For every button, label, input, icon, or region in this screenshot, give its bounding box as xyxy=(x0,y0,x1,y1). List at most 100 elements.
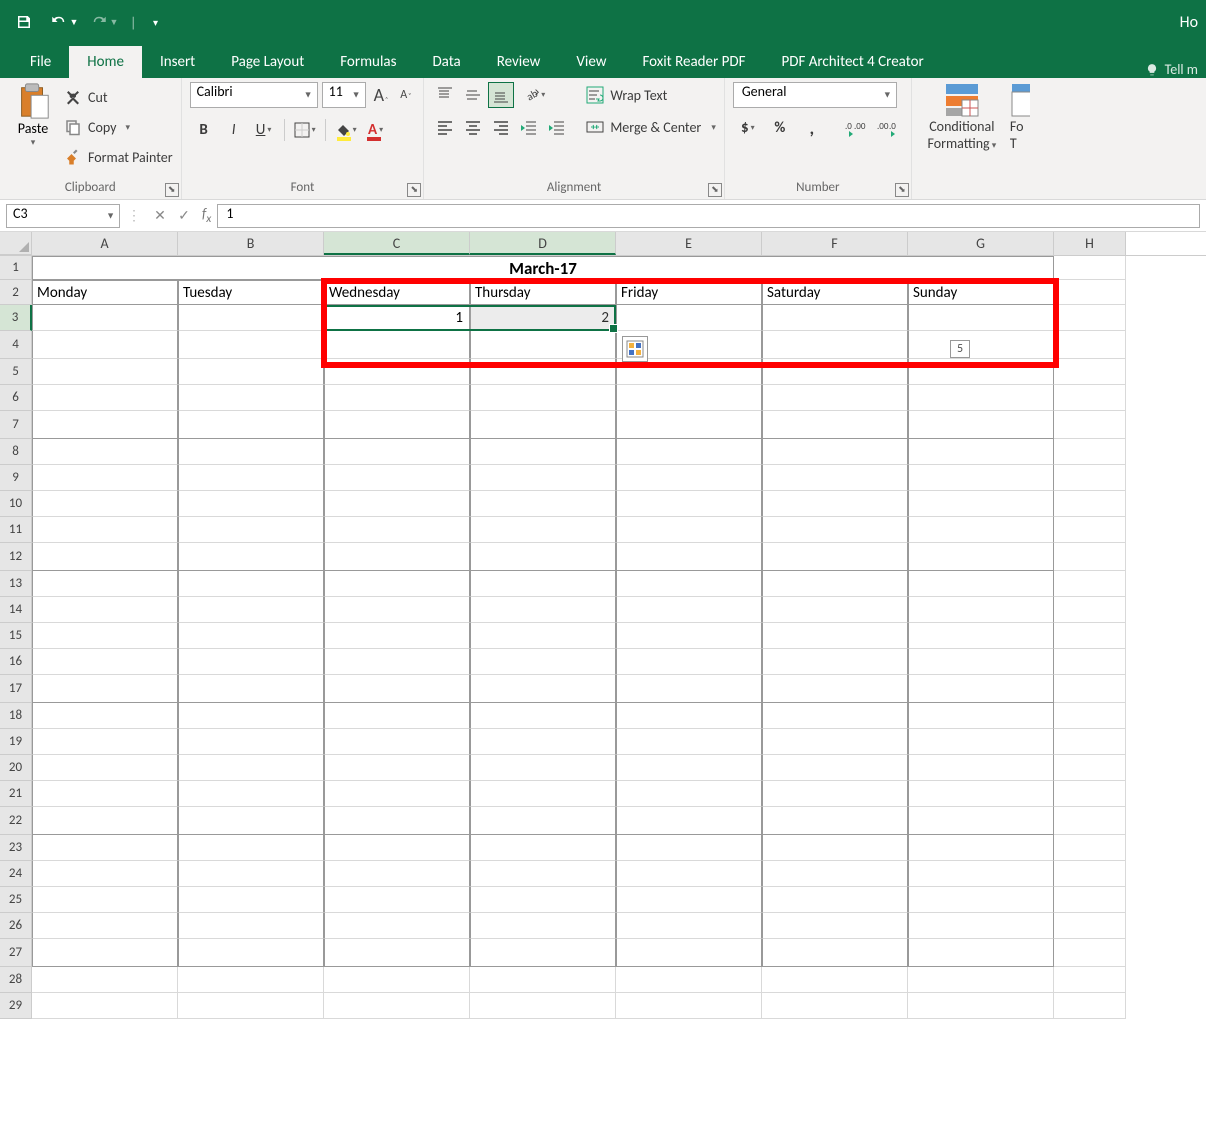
decrease-decimal-button[interactable]: .00.0 xyxy=(873,114,903,142)
cut-button[interactable]: Cut xyxy=(64,84,173,110)
cell[interactable] xyxy=(470,781,616,807)
cell[interactable] xyxy=(616,729,762,755)
cell[interactable] xyxy=(178,597,324,623)
row-header-14[interactable]: 14 xyxy=(0,597,32,623)
format-painter-button[interactable]: Format Painter xyxy=(64,144,173,170)
row-header-24[interactable]: 24 xyxy=(0,861,32,887)
cell[interactable] xyxy=(324,465,470,491)
cell[interactable] xyxy=(178,861,324,887)
cell[interactable] xyxy=(908,571,1054,597)
row-header-1[interactable]: 1 xyxy=(0,256,32,280)
cell[interactable] xyxy=(470,439,616,465)
cell[interactable] xyxy=(324,993,470,1019)
row-header-7[interactable]: 7 xyxy=(0,411,32,439)
increase-indent-button[interactable] xyxy=(544,114,570,140)
cell[interactable] xyxy=(762,967,908,993)
font-color-button[interactable]: A ▾ xyxy=(362,116,390,144)
cell[interactable] xyxy=(762,359,908,385)
cell[interactable] xyxy=(616,807,762,835)
cell[interactable] xyxy=(32,411,178,439)
redo-button[interactable]: ▼ xyxy=(88,7,120,37)
cell[interactable] xyxy=(908,861,1054,887)
cell[interactable] xyxy=(1054,256,1126,280)
cell[interactable] xyxy=(32,913,178,939)
cell[interactable] xyxy=(32,781,178,807)
cell[interactable] xyxy=(1054,939,1126,967)
cell[interactable] xyxy=(1054,887,1126,913)
cell[interactable] xyxy=(762,465,908,491)
row-header-2[interactable]: 2 xyxy=(0,280,32,305)
cell[interactable] xyxy=(762,491,908,517)
cell[interactable] xyxy=(324,781,470,807)
cell[interactable] xyxy=(1054,729,1126,755)
cell[interactable] xyxy=(762,331,908,359)
cell[interactable] xyxy=(908,887,1054,913)
cell[interactable] xyxy=(1054,993,1126,1019)
column-header-f[interactable]: F xyxy=(762,232,908,255)
cell[interactable] xyxy=(762,939,908,967)
cell[interactable] xyxy=(1054,755,1126,781)
increase-decimal-button[interactable]: .0.00 xyxy=(841,114,871,142)
tab-home[interactable]: Home xyxy=(69,46,142,78)
cell[interactable] xyxy=(32,571,178,597)
borders-button[interactable]: ▾ xyxy=(291,116,319,144)
row-header-21[interactable]: 21 xyxy=(0,781,32,807)
cell[interactable] xyxy=(908,439,1054,465)
cell[interactable] xyxy=(908,675,1054,703)
cell[interactable] xyxy=(762,597,908,623)
cell[interactable] xyxy=(470,623,616,649)
cell[interactable] xyxy=(762,385,908,411)
cell[interactable] xyxy=(908,491,1054,517)
cell[interactable] xyxy=(1054,807,1126,835)
cell[interactable] xyxy=(616,939,762,967)
cell[interactable] xyxy=(908,623,1054,649)
tab-data[interactable]: Data xyxy=(414,46,478,78)
cell[interactable] xyxy=(324,939,470,967)
cell[interactable] xyxy=(324,571,470,597)
number-dialog-launcher[interactable]: ⬊ xyxy=(895,183,909,197)
cell[interactable] xyxy=(470,465,616,491)
number-format-select[interactable]: General ▼ xyxy=(733,82,897,108)
cell[interactable] xyxy=(762,913,908,939)
format-as-table-button[interactable]: Fo T xyxy=(1010,82,1030,152)
cell[interactable] xyxy=(1054,305,1126,331)
cell[interactable] xyxy=(616,491,762,517)
cell[interactable]: Wednesday xyxy=(324,280,470,305)
tab-file[interactable]: File xyxy=(12,46,69,78)
cell[interactable] xyxy=(616,887,762,913)
cell[interactable] xyxy=(178,781,324,807)
cell[interactable] xyxy=(324,649,470,675)
increase-font-button[interactable]: Aˆ xyxy=(370,84,393,106)
cell[interactable] xyxy=(178,703,324,729)
font-size-select[interactable]: 11 ▼ xyxy=(322,82,366,108)
cell[interactable] xyxy=(1054,543,1126,571)
cell[interactable] xyxy=(178,571,324,597)
tab-insert[interactable]: Insert xyxy=(142,46,213,78)
cell[interactable] xyxy=(908,755,1054,781)
cell[interactable] xyxy=(178,835,324,861)
align-bottom-button[interactable] xyxy=(488,82,514,108)
column-header-a[interactable]: A xyxy=(32,232,178,255)
cell[interactable] xyxy=(470,675,616,703)
cell[interactable] xyxy=(616,597,762,623)
row-header-19[interactable]: 19 xyxy=(0,729,32,755)
tab-formulas[interactable]: Formulas xyxy=(322,46,414,78)
cell[interactable] xyxy=(32,993,178,1019)
cell[interactable] xyxy=(32,703,178,729)
cell[interactable] xyxy=(32,675,178,703)
cell[interactable] xyxy=(324,491,470,517)
cell[interactable] xyxy=(178,623,324,649)
cell[interactable] xyxy=(1054,835,1126,861)
fx-icon[interactable]: fx xyxy=(202,205,211,226)
cell[interactable] xyxy=(32,729,178,755)
cell[interactable] xyxy=(324,887,470,913)
cell[interactable] xyxy=(32,835,178,861)
cell[interactable] xyxy=(616,993,762,1019)
cell[interactable] xyxy=(616,571,762,597)
row-header-29[interactable]: 29 xyxy=(0,993,32,1019)
column-header-e[interactable]: E xyxy=(616,232,762,255)
cell[interactable] xyxy=(470,993,616,1019)
tell-me-search[interactable]: Tell m xyxy=(1145,61,1206,78)
cell[interactable] xyxy=(32,331,178,359)
cell[interactable] xyxy=(178,331,324,359)
